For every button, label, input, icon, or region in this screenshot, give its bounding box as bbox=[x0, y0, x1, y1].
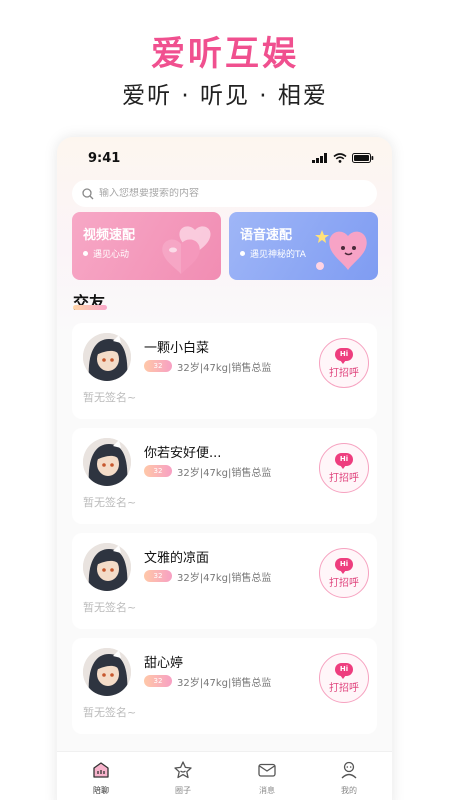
avatar[interactable] bbox=[83, 648, 131, 696]
promo-subtitle: 爱听 · 听见 · 相爱 bbox=[122, 83, 328, 109]
phone-frame: 9:41 视频速配 bbox=[57, 137, 392, 800]
envelope-icon bbox=[258, 763, 276, 777]
greet-button[interactable]: Hi 打招呼 bbox=[319, 338, 369, 388]
tab-messages[interactable]: 消息 bbox=[237, 760, 297, 796]
tab-chat[interactable]: 陪聊 bbox=[71, 760, 131, 796]
voice-match-subtitle: 遇见神秘的TA bbox=[250, 250, 306, 260]
greet-button[interactable]: Hi 打招呼 bbox=[319, 548, 369, 598]
user-signature: 暂无签名~ bbox=[83, 706, 137, 719]
voice-match-title: 语音速配 bbox=[240, 228, 293, 243]
user-name: 甜心婷 bbox=[144, 656, 184, 671]
user-info: 32岁|47kg|销售总监 bbox=[177, 363, 272, 374]
avatar[interactable] bbox=[83, 543, 131, 591]
user-name: 文雅的凉面 bbox=[144, 551, 210, 566]
greet-label: 打招呼 bbox=[329, 577, 359, 589]
voice-match-card[interactable]: 语音速配 遇见神秘的TA bbox=[229, 212, 378, 280]
video-match-title: 视频速配 bbox=[83, 228, 136, 243]
heart-mascot-icon bbox=[315, 230, 367, 270]
level-badge: 32 bbox=[144, 675, 172, 687]
avatar[interactable] bbox=[83, 438, 131, 486]
tab-label: 我的 bbox=[341, 786, 357, 795]
level-badge: 32 bbox=[144, 465, 172, 477]
search-input[interactable] bbox=[99, 188, 339, 199]
tab-circle[interactable]: 圈子 bbox=[153, 760, 213, 796]
avatar-image bbox=[83, 543, 131, 591]
user-card[interactable]: 你若安好便... 32 32岁|47kg|销售总监 暂无签名~ Hi 打招呼 bbox=[72, 428, 377, 524]
video-match-card[interactable]: 视频速配 遇见心动 bbox=[72, 212, 221, 280]
user-info: 32岁|47kg|销售总监 bbox=[177, 468, 272, 479]
avatar-image bbox=[83, 438, 131, 486]
status-time: 9:41 bbox=[88, 151, 121, 166]
tab-label: 消息 bbox=[259, 786, 275, 795]
section-underline bbox=[73, 305, 107, 310]
user-name: 你若安好便... bbox=[144, 446, 222, 461]
hi-bubble-icon: Hi bbox=[335, 347, 353, 364]
tab-label: 陪聊 bbox=[93, 786, 109, 795]
promo-title: 爱听互娱 bbox=[151, 34, 299, 74]
avatar[interactable] bbox=[83, 333, 131, 381]
avatar-image bbox=[83, 333, 131, 381]
user-signature: 暂无签名~ bbox=[83, 496, 137, 509]
level-badge: 32 bbox=[144, 570, 172, 582]
user-info: 32岁|47kg|销售总监 bbox=[177, 573, 272, 584]
greet-button[interactable]: Hi 打招呼 bbox=[319, 443, 369, 493]
user-card[interactable]: 文雅的凉面 32 32岁|47kg|销售总监 暂无签名~ Hi 打招呼 bbox=[72, 533, 377, 629]
person-icon bbox=[341, 761, 357, 779]
search-icon bbox=[82, 187, 94, 199]
greet-label: 打招呼 bbox=[329, 472, 359, 484]
user-signature: 暂无签名~ bbox=[83, 601, 137, 614]
hearts-icon bbox=[162, 226, 211, 274]
hi-bubble-icon: Hi bbox=[335, 662, 353, 679]
battery-icon bbox=[352, 153, 374, 163]
wifi-icon bbox=[333, 153, 347, 163]
greet-label: 打招呼 bbox=[329, 682, 359, 694]
signal-icon bbox=[312, 153, 327, 163]
search-bar[interactable] bbox=[72, 180, 377, 207]
avatar-image bbox=[83, 648, 131, 696]
user-name: 一颗小白菜 bbox=[144, 341, 210, 356]
tab-bar: 陪聊 圈子 消息 我的 bbox=[57, 751, 392, 800]
level-badge: 32 bbox=[144, 360, 172, 372]
user-info: 32岁|47kg|销售总监 bbox=[177, 678, 272, 689]
greet-button[interactable]: Hi 打招呼 bbox=[319, 653, 369, 703]
video-match-subtitle: 遇见心动 bbox=[93, 250, 130, 260]
user-card[interactable]: 甜心婷 32 32岁|47kg|销售总监 暂无签名~ Hi 打招呼 bbox=[72, 638, 377, 734]
star-icon bbox=[174, 761, 192, 779]
user-card[interactable]: 一颗小白菜 32 32岁|47kg|销售总监 暂无签名~ Hi 打招呼 bbox=[72, 323, 377, 419]
greet-label: 打招呼 bbox=[329, 367, 359, 379]
hi-bubble-icon: Hi bbox=[335, 452, 353, 469]
tab-label: 圈子 bbox=[175, 786, 191, 795]
status-bar: 9:41 bbox=[57, 151, 392, 167]
tab-profile[interactable]: 我的 bbox=[319, 760, 379, 796]
hi-bubble-icon: Hi bbox=[335, 557, 353, 574]
user-signature: 暂无签名~ bbox=[83, 391, 137, 404]
chat-house-icon bbox=[93, 762, 109, 778]
